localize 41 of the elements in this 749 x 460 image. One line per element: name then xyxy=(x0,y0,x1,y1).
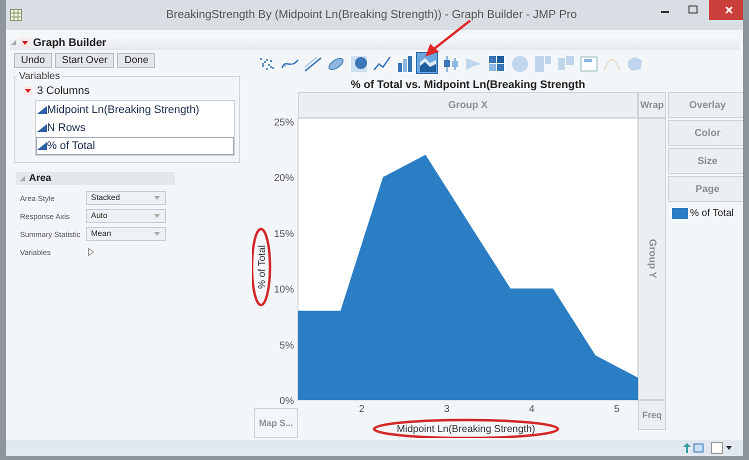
x-axis-title: Midpoint Ln(Breaking Strength) xyxy=(396,424,536,435)
close-button[interactable] xyxy=(709,0,743,20)
caret-icon xyxy=(154,214,160,218)
group-label: Variables xyxy=(18,71,61,82)
y-tick-label: 20% xyxy=(274,173,294,184)
window-title: BreakingStrength By (Midpoint Ln(Breaking Strength)) - Graph Builder - JMP Pro xyxy=(165,9,578,21)
toolbar-button[interactable]: Done xyxy=(117,53,156,68)
legend-label: % of Total xyxy=(690,208,734,219)
toolbar-button[interactable]: Undo xyxy=(14,53,52,68)
caret-icon xyxy=(154,196,160,200)
x-tick-label: 3 xyxy=(444,404,450,415)
arrow-icon[interactable] xyxy=(681,442,705,454)
report-title: Graph Builder xyxy=(33,36,106,48)
menu-triangle-icon[interactable] xyxy=(23,86,33,96)
x-tick-label: 5 xyxy=(614,404,620,415)
maximize-icon xyxy=(688,5,698,15)
graph-title: % of Total vs. Midpoint Ln(Breaking Strength xyxy=(350,79,586,92)
x-tick-label: 4 xyxy=(528,404,535,415)
toolbar-button[interactable]: Start Over xyxy=(54,53,114,68)
group-name: 3 Columns xyxy=(37,85,90,97)
x-tick-label: 2 xyxy=(358,404,365,415)
section-title: Area xyxy=(29,173,52,184)
y-tick-label: 10% xyxy=(274,284,294,296)
y-axis-title: % of Total xyxy=(257,245,268,289)
y-tick-label: 15% xyxy=(274,228,294,240)
grid-icon xyxy=(10,9,22,21)
close-icon xyxy=(724,5,734,15)
y-tick-label: 5% xyxy=(280,340,294,352)
column-item[interactable]: N Rows xyxy=(36,119,234,137)
y-tick-label: 0% xyxy=(280,396,294,407)
area-chart-icon[interactable] xyxy=(416,52,438,74)
expand-icon[interactable] xyxy=(88,248,94,256)
y-tick-label: 25% xyxy=(274,118,294,128)
caret-icon xyxy=(154,232,160,236)
dropdown[interactable]: Auto xyxy=(86,209,166,223)
dropdown[interactable]: Mean xyxy=(86,227,166,241)
dropdown[interactable]: Stacked xyxy=(86,191,166,205)
column-item[interactable]: Midpoint Ln(Breaking Strength) xyxy=(36,101,234,119)
column-item[interactable]: % of Total xyxy=(36,137,234,155)
menu-triangle-icon[interactable] xyxy=(20,38,30,48)
dropdown-icon[interactable] xyxy=(711,442,733,454)
